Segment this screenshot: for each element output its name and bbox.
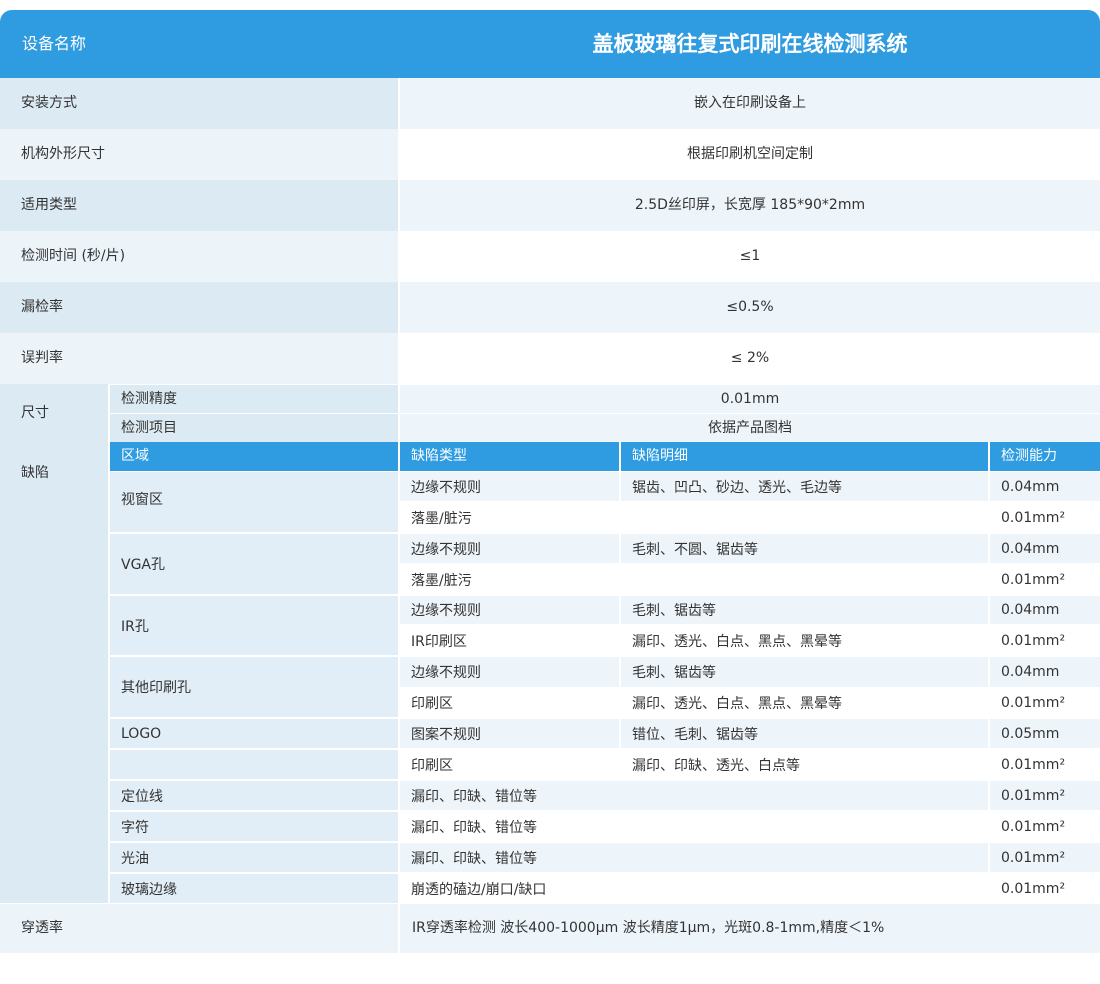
detection-capability: 0.01mm² bbox=[990, 565, 1100, 594]
size-row-value: 依据产品图档 bbox=[400, 414, 1100, 442]
defect-detail: 错位、毛刺、锯齿等 bbox=[621, 719, 988, 748]
zone-cell: LOGO bbox=[110, 719, 398, 748]
spec-row-miss-rate: 漏检率 ≤0.5% bbox=[0, 282, 1100, 333]
spec-label: 安装方式 bbox=[0, 78, 398, 129]
spec-value: ≤0.5% bbox=[400, 282, 1100, 333]
defect-detail: 漏印、印缺、错位等 bbox=[400, 781, 988, 810]
defect-type: 边缘不规则 bbox=[400, 472, 619, 501]
defects-label: 缺陷 bbox=[0, 442, 108, 903]
header-detail: 缺陷明细 bbox=[621, 442, 988, 471]
defect-type: 图案不规则 bbox=[400, 719, 619, 748]
table-header: 设备名称 盖板玻璃往复式印刷在线检测系统 bbox=[0, 10, 1100, 78]
zone-cell: 字符 bbox=[110, 812, 398, 841]
defects-section: 缺陷 区域 缺陷类型 缺陷明细 检测能力 视窗区 边缘不规则 锯齿、凹凸、砂边、… bbox=[0, 442, 1100, 904]
spec-value: 2.5D丝印屏，长宽厚 185*90*2mm bbox=[400, 180, 1100, 231]
page-title: 盖板玻璃往复式印刷在线检测系统 bbox=[592, 32, 908, 56]
spec-row-dimensions: 机构外形尺寸 根据印刷机空间定制 bbox=[0, 129, 1100, 180]
size-row: 检测项目 依据产品图档 bbox=[110, 414, 1100, 442]
detection-capability: 0.01mm² bbox=[990, 503, 1100, 532]
size-row-name: 检测精度 bbox=[110, 385, 398, 413]
spec-value: ≤1 bbox=[400, 231, 1100, 282]
detection-capability: 0.01mm² bbox=[990, 874, 1100, 903]
defect-type: 边缘不规则 bbox=[400, 596, 619, 624]
defect-detail: 漏印、印缺、错位等 bbox=[400, 843, 988, 872]
size-section: 尺寸 检测精度 0.01mm 检测项目 依据产品图档 bbox=[0, 384, 1100, 442]
detection-capability: 0.01mm² bbox=[990, 750, 1100, 779]
defect-detail bbox=[621, 503, 988, 532]
spec-row-transmittance: 穿透率 IR穿透率检测 波长400-1000μm 波长精度1μm，光斑0.8-1… bbox=[0, 904, 1100, 953]
size-row-name: 检测项目 bbox=[110, 414, 398, 442]
defect-type: 印刷区 bbox=[400, 689, 619, 717]
spec-row-time: 检测时间 (秒/片) ≤1 bbox=[0, 231, 1100, 282]
detection-capability: 0.01mm² bbox=[990, 689, 1100, 717]
defect-type: 边缘不规则 bbox=[400, 657, 619, 687]
zone-cell: IR孔 bbox=[110, 596, 398, 655]
spec-row-false-rate: 误判率 ≤ 2% bbox=[0, 333, 1100, 384]
detection-capability: 0.01mm² bbox=[990, 843, 1100, 872]
defect-detail: 锯齿、凹凸、砂边、透光、毛边等 bbox=[621, 472, 988, 501]
detection-capability: 0.01mm² bbox=[990, 781, 1100, 810]
defect-detail: 漏印、印缺、透光、白点等 bbox=[621, 750, 988, 779]
zone-cell: 视窗区 bbox=[110, 472, 398, 532]
spec-value: 嵌入在印刷设备上 bbox=[400, 78, 1100, 129]
header-type: 缺陷类型 bbox=[400, 442, 619, 471]
defect-detail: 毛刺、锯齿等 bbox=[621, 596, 988, 624]
zone-cell bbox=[110, 750, 398, 779]
defect-detail: 漏印、透光、白点、黑点、黑晕等 bbox=[621, 689, 988, 717]
detection-capability: 0.01mm² bbox=[990, 626, 1100, 655]
spec-label: 适用类型 bbox=[0, 180, 398, 231]
defect-type: 落墨/脏污 bbox=[400, 565, 619, 594]
defect-detail bbox=[621, 565, 988, 594]
zone-cell: 光油 bbox=[110, 843, 398, 872]
spec-label: 误判率 bbox=[0, 333, 398, 384]
zone-cell: 其他印刷孔 bbox=[110, 657, 398, 717]
spec-label: 穿透率 bbox=[0, 904, 398, 953]
defect-detail: 崩透的磕边/崩口/缺口 bbox=[400, 874, 988, 903]
detection-capability: 0.01mm² bbox=[990, 812, 1100, 841]
detection-capability: 0.04mm bbox=[990, 596, 1100, 624]
header-capability: 检测能力 bbox=[990, 442, 1100, 471]
zone-cell: 玻璃边缘 bbox=[110, 874, 398, 903]
spec-value: ≤ 2% bbox=[400, 333, 1100, 384]
spec-row-install: 安装方式 嵌入在印刷设备上 bbox=[0, 78, 1100, 129]
spec-label: 机构外形尺寸 bbox=[0, 129, 398, 180]
defect-detail: 毛刺、不圆、锯齿等 bbox=[621, 534, 988, 563]
spec-label: 漏检率 bbox=[0, 282, 398, 333]
detection-capability: 0.04mm bbox=[990, 534, 1100, 563]
header-zone: 区域 bbox=[110, 442, 398, 471]
size-row: 检测精度 0.01mm bbox=[110, 385, 1100, 413]
device-name-label: 设备名称 bbox=[22, 34, 87, 53]
defect-detail: 毛刺、锯齿等 bbox=[621, 657, 988, 687]
spec-row-type: 适用类型 2.5D丝印屏，长宽厚 185*90*2mm bbox=[0, 180, 1100, 231]
spec-label: 检测时间 (秒/片) bbox=[0, 231, 398, 282]
size-label: 尺寸 bbox=[0, 384, 108, 442]
defect-type: 印刷区 bbox=[400, 750, 619, 779]
defect-type: 落墨/脏污 bbox=[400, 503, 619, 532]
defect-detail: 漏印、透光、白点、黑点、黑晕等 bbox=[621, 626, 988, 655]
spec-value: 根据印刷机空间定制 bbox=[400, 129, 1100, 180]
spec-value: IR穿透率检测 波长400-1000μm 波长精度1μm，光斑0.8-1mm,精… bbox=[400, 904, 1100, 953]
size-row-value: 0.01mm bbox=[400, 385, 1100, 413]
defect-detail: 漏印、印缺、错位等 bbox=[400, 812, 988, 841]
defect-type: IR印刷区 bbox=[400, 626, 619, 655]
detection-capability: 0.04mm bbox=[990, 657, 1100, 687]
detection-capability: 0.04mm bbox=[990, 472, 1100, 501]
zone-cell: VGA孔 bbox=[110, 534, 398, 594]
zone-cell: 定位线 bbox=[110, 781, 398, 810]
defect-type: 边缘不规则 bbox=[400, 534, 619, 563]
detection-capability: 0.05mm bbox=[990, 719, 1100, 748]
